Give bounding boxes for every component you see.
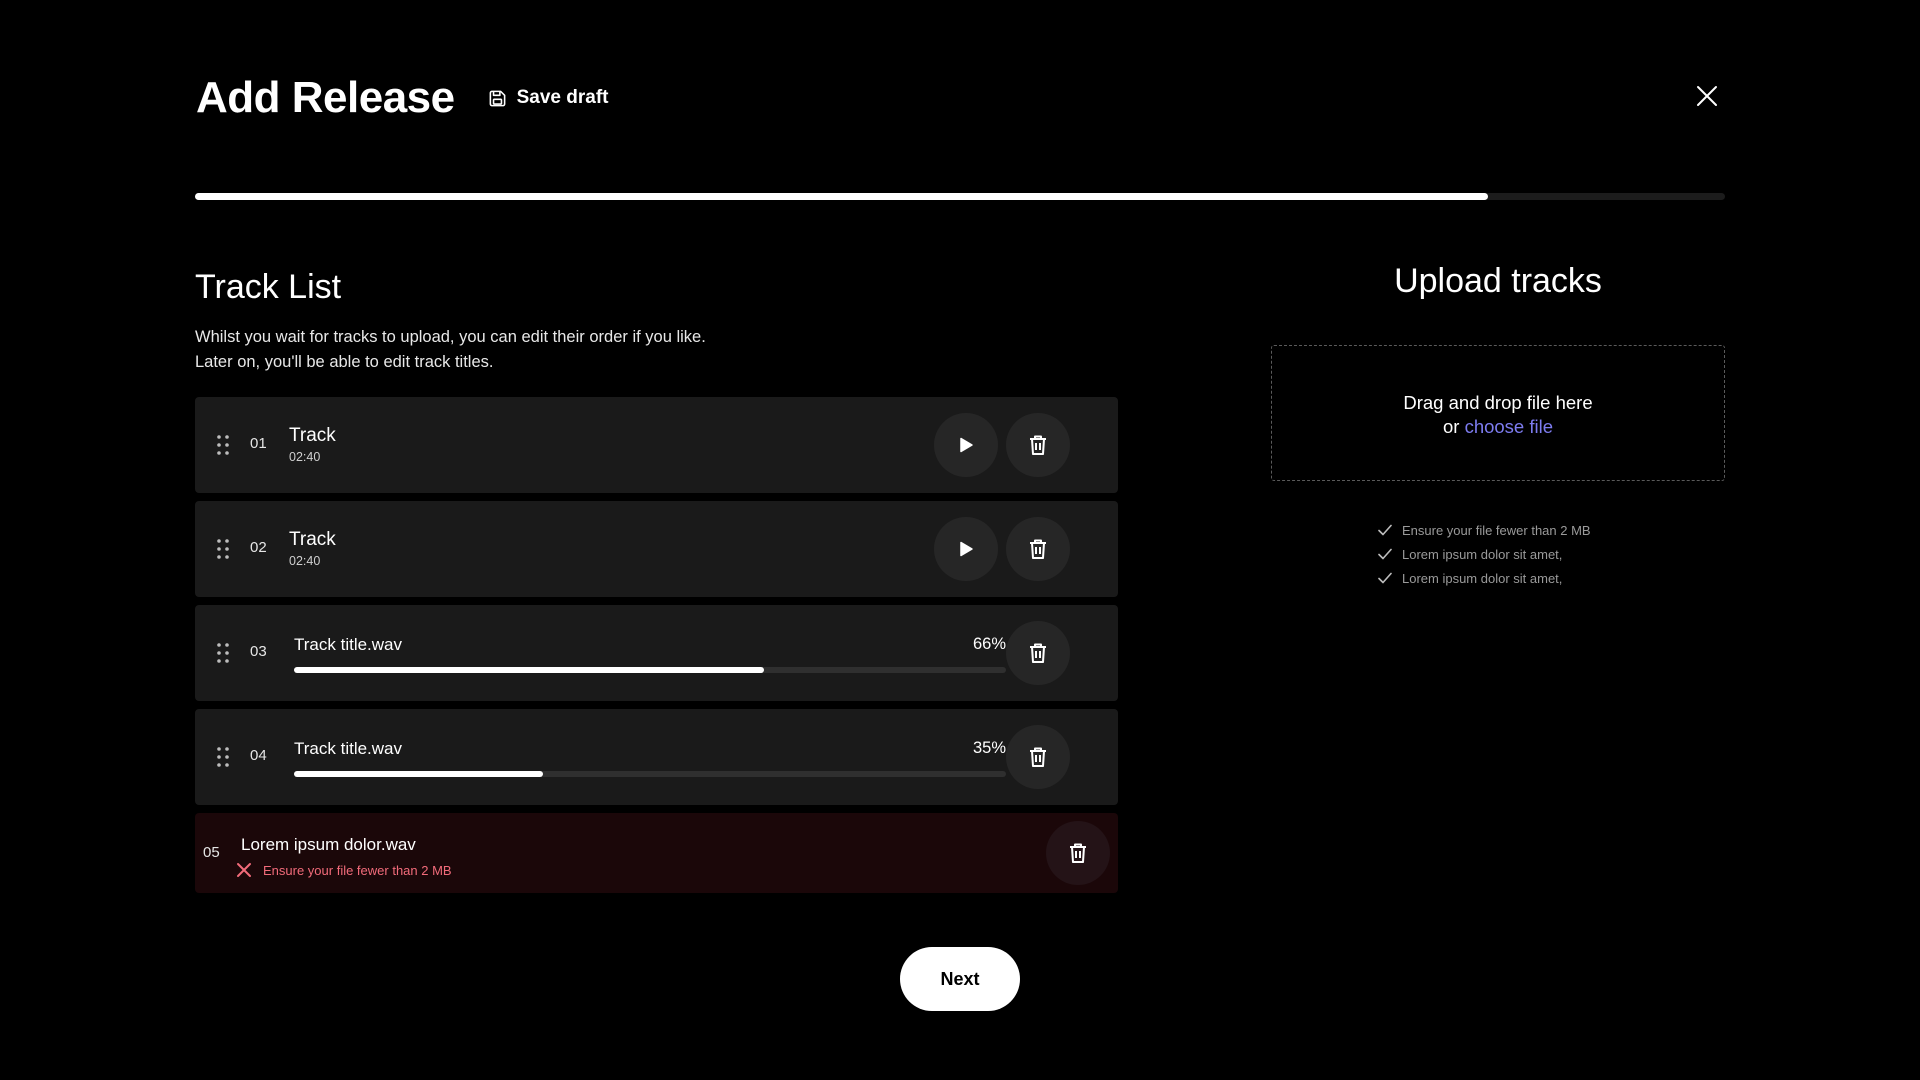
play-button[interactable] <box>934 517 998 581</box>
header: Add Release Save draft <box>196 68 608 128</box>
choose-file-link[interactable]: choose file <box>1465 416 1553 437</box>
wizard-progress-fill <box>195 193 1488 200</box>
upload-progress-fill <box>294 771 544 777</box>
track-number: 03 <box>250 643 267 660</box>
check-icon <box>1378 572 1392 584</box>
close-button[interactable] <box>1695 84 1719 108</box>
track-file-name: Lorem ipsum dolor.wav <box>241 835 416 854</box>
drop-text: Drag and drop file here <box>1403 392 1593 413</box>
or-text: or <box>1442 416 1460 437</box>
track-file-name: Track title.wav <box>294 635 403 654</box>
track-list-description: Whilst you wait for tracks to upload, yo… <box>195 325 795 374</box>
play-icon <box>960 437 973 453</box>
requirement-text: Ensure your file fewer than 2 MB <box>1402 522 1591 538</box>
track-number: 02 <box>250 539 267 556</box>
track-row[interactable]: 02 Track 02:40 <box>195 501 1118 597</box>
track-list-title: Track List <box>195 268 342 306</box>
delete-button[interactable] <box>1006 725 1070 789</box>
track-title: Track <box>289 425 336 446</box>
trash-icon <box>1030 435 1046 455</box>
error-x-icon <box>237 863 251 877</box>
close-icon <box>1697 86 1717 106</box>
upload-progress-fill <box>294 667 764 673</box>
requirement-text: Lorem ipsum dolor sit amet, <box>1402 546 1563 562</box>
upload-percent: 35% <box>972 739 1006 757</box>
error-message: Ensure your file fewer than 2 MB <box>263 863 452 878</box>
upload-title: Upload tracks <box>1394 262 1602 300</box>
check-icon <box>1378 524 1392 536</box>
save-draft-button[interactable]: Save draft <box>488 87 609 109</box>
track-list: 01 Track 02:40 02 Track 02:40 03 Track t… <box>195 397 1118 901</box>
save-icon <box>489 90 506 106</box>
track-number: 05 <box>203 844 220 861</box>
delete-button[interactable] <box>1046 821 1110 885</box>
track-row[interactable]: 01 Track 02:40 <box>195 397 1118 493</box>
drag-handle-icon[interactable] <box>217 643 229 663</box>
trash-icon <box>1030 747 1046 767</box>
check-icon <box>1378 548 1392 560</box>
upload-progress-bar <box>294 771 1006 777</box>
track-row-error[interactable]: 05 Lorem ipsum dolor.wav Ensure your fil… <box>195 813 1118 893</box>
delete-button[interactable] <box>1006 621 1070 685</box>
drop-alt-text: or choose file <box>1272 416 1724 438</box>
track-number: 04 <box>250 747 267 764</box>
requirement-item: Lorem ipsum dolor sit amet, <box>1378 566 1591 590</box>
track-title: Track <box>289 529 336 550</box>
play-icon <box>960 541 973 557</box>
drag-handle-icon[interactable] <box>217 435 229 455</box>
trash-icon <box>1030 643 1046 663</box>
delete-button[interactable] <box>1006 413 1070 477</box>
upload-progress-bar <box>294 667 1006 673</box>
save-draft-label: Save draft <box>516 87 609 108</box>
track-duration: 02:40 <box>289 450 321 464</box>
wizard-progress-bar <box>195 193 1725 200</box>
requirement-item: Ensure your file fewer than 2 MB <box>1378 518 1591 542</box>
play-button[interactable] <box>934 413 998 477</box>
drag-handle-icon[interactable] <box>217 539 229 559</box>
next-button[interactable]: Next <box>900 947 1020 1011</box>
track-row[interactable]: 04 Track title.wav 35% <box>195 709 1118 805</box>
delete-button[interactable] <box>1006 517 1070 581</box>
track-number: 01 <box>250 435 267 452</box>
track-row[interactable]: 03 Track title.wav 66% <box>195 605 1118 701</box>
requirement-text: Lorem ipsum dolor sit amet, <box>1402 570 1563 586</box>
upload-requirements: Ensure your file fewer than 2 MB Lorem i… <box>1378 518 1591 590</box>
description-line-1: Whilst you wait for tracks to upload, yo… <box>195 328 706 346</box>
trash-icon <box>1030 539 1046 559</box>
track-duration: 02:40 <box>289 554 321 568</box>
upload-percent: 66% <box>972 635 1006 653</box>
track-file-name: Track title.wav <box>294 739 403 758</box>
trash-icon <box>1070 843 1086 863</box>
file-dropzone[interactable]: Drag and drop file here or choose file <box>1271 345 1725 481</box>
drag-handle-icon[interactable] <box>217 747 229 767</box>
page-title: Add Release <box>196 73 455 122</box>
requirement-item: Lorem ipsum dolor sit amet, <box>1378 542 1591 566</box>
description-line-2: Later on, you'll be able to edit track t… <box>195 352 494 371</box>
